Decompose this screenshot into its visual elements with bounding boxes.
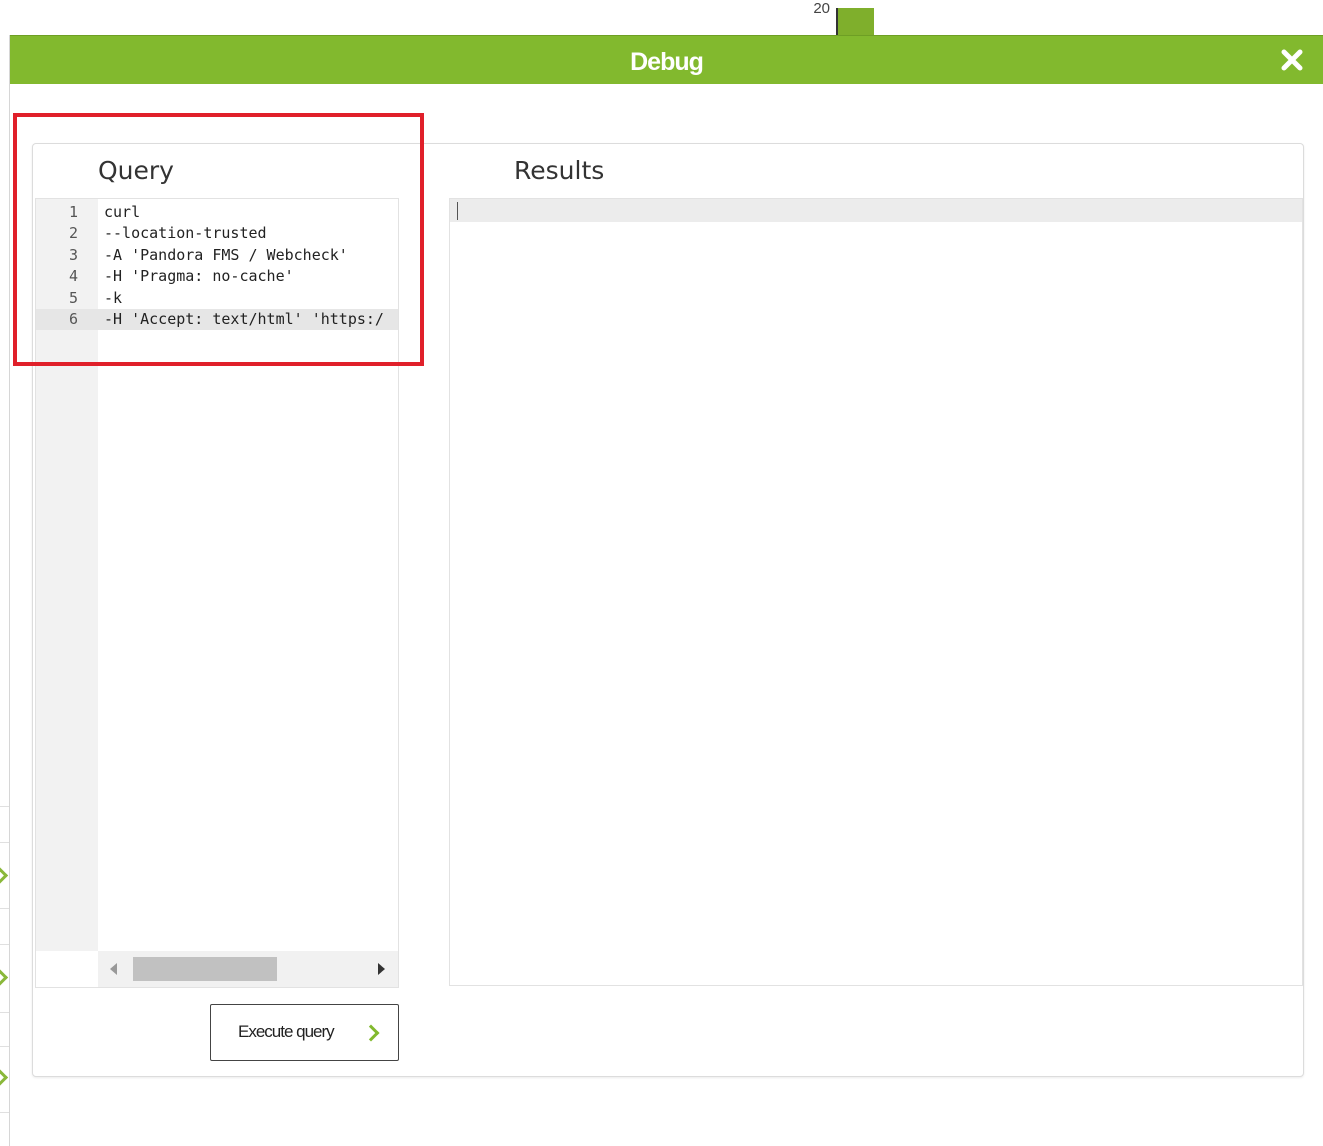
text-cursor — [457, 202, 458, 220]
scroll-right-arrow-icon[interactable] — [378, 963, 385, 975]
code-text: -k — [104, 288, 123, 307]
close-icon — [1281, 49, 1303, 71]
code-text: -A 'Pandora FMS / Webcheck' — [104, 245, 348, 264]
results-active-line — [450, 199, 1302, 222]
background-axis-tick: 20 — [813, 0, 830, 17]
execute-query-button[interactable]: Execute query — [210, 1004, 399, 1061]
line-number: 3 — [68, 245, 78, 264]
scroll-left-arrow-icon[interactable] — [110, 963, 117, 975]
line-number: 2 — [68, 224, 78, 243]
background-chart-bar — [836, 8, 874, 36]
line-number: 5 — [68, 288, 78, 307]
chevron-right-icon — [362, 1024, 380, 1042]
code-line[interactable]: 1 curl — [36, 202, 398, 223]
code-text: --location-trusted — [104, 224, 267, 243]
horizontal-scrollbar[interactable] — [98, 951, 398, 987]
code-line[interactable]: 3 -A 'Pandora FMS / Webcheck' — [36, 245, 398, 266]
dialog-titlebar[interactable]: Debug — [10, 35, 1323, 84]
debug-dialog: Debug Query Results 1 curl 2 --location-… — [9, 35, 1323, 1146]
line-number: 1 — [68, 203, 78, 221]
code-text: -H 'Pragma: no-cache' — [104, 267, 294, 286]
code-line[interactable]: 4 -H 'Pragma: no-cache' — [36, 266, 398, 287]
execute-query-label: Execute query — [238, 1022, 335, 1041]
results-label: Results — [514, 156, 605, 185]
code-text: -H 'Accept: text/html' 'https:/ — [104, 309, 384, 328]
code-line[interactable]: 2 --location-trusted — [36, 223, 398, 244]
results-output[interactable] — [449, 198, 1303, 986]
code-line[interactable]: 5 -k — [36, 288, 398, 309]
code-text: curl — [104, 203, 141, 221]
line-number: 4 — [68, 267, 78, 286]
line-number: 6 — [68, 309, 78, 328]
scroll-thumb[interactable] — [133, 957, 277, 981]
close-button[interactable] — [1279, 47, 1305, 73]
code-line-active[interactable]: 6 -H 'Accept: text/html' 'https:/ — [36, 308, 398, 331]
query-code[interactable]: 1 curl 2 --location-trusted 3 -A 'Pandor… — [36, 202, 398, 331]
query-editor[interactable]: 1 curl 2 --location-trusted 3 -A 'Pandor… — [35, 198, 399, 988]
debug-panel: Query Results 1 curl 2 --location-truste… — [32, 143, 1304, 1077]
query-label: Query — [98, 156, 174, 185]
dialog-title: Debug — [630, 48, 704, 76]
